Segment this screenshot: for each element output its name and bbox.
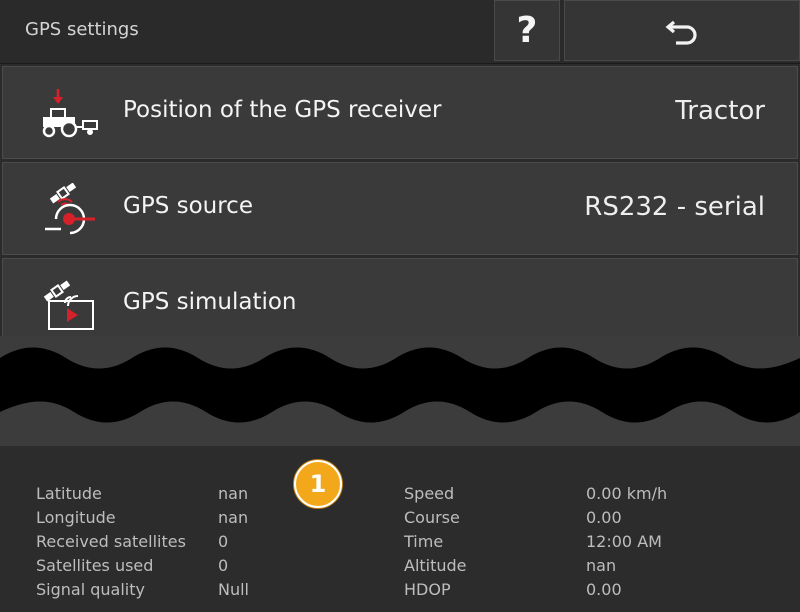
callout-badge: 1 bbox=[294, 460, 342, 508]
info-label: Time bbox=[404, 532, 444, 551]
info-label: Signal quality bbox=[36, 580, 145, 599]
header-bar: GPS settings ? bbox=[0, 0, 800, 64]
info-label: Speed bbox=[404, 484, 455, 503]
info-value: 0 bbox=[218, 556, 229, 575]
menu-item-value: Tractor bbox=[675, 96, 765, 126]
info-label: Satellites used bbox=[36, 556, 154, 575]
info-label: HDOP bbox=[404, 580, 451, 599]
info-label: Received satellites bbox=[36, 532, 186, 551]
menu-item-label: Position of the GPS receiver bbox=[123, 97, 442, 123]
page-title: GPS settings bbox=[25, 19, 139, 40]
menu-item-value: RS232 - serial bbox=[584, 192, 765, 222]
info-value: Null bbox=[218, 580, 249, 599]
info-label: Latitude bbox=[36, 484, 102, 503]
info-value: 0.00 km/h bbox=[586, 484, 668, 503]
info-label: Longitude bbox=[36, 508, 116, 527]
gps-simulation-icon bbox=[43, 280, 94, 330]
info-label: Altitude bbox=[404, 556, 467, 575]
back-button[interactable] bbox=[564, 0, 800, 61]
info-value: 0.00 bbox=[586, 580, 622, 599]
menu-item-label: GPS simulation bbox=[123, 289, 297, 315]
info-label: Course bbox=[404, 508, 460, 527]
menu-item-gps-source[interactable]: GPS source RS232 - serial bbox=[2, 162, 798, 255]
info-value: nan bbox=[218, 508, 249, 527]
info-value: nan bbox=[218, 484, 249, 503]
help-button[interactable]: ? bbox=[494, 0, 560, 61]
help-icon: ? bbox=[516, 10, 538, 51]
info-value: 0 bbox=[218, 532, 229, 551]
info-value: 0.00 bbox=[586, 508, 622, 527]
menu-item-gps-receiver-position[interactable]: Position of the GPS receiver Tractor bbox=[2, 66, 798, 159]
info-value: 12:00 AM bbox=[586, 532, 662, 551]
gps-source-icon bbox=[45, 183, 95, 235]
tractor-receiver-icon bbox=[42, 89, 98, 138]
menu-item-label: GPS source bbox=[123, 193, 253, 219]
content-break-separator bbox=[0, 336, 800, 448]
info-value: nan bbox=[586, 556, 617, 575]
back-arrow-icon bbox=[665, 20, 697, 45]
